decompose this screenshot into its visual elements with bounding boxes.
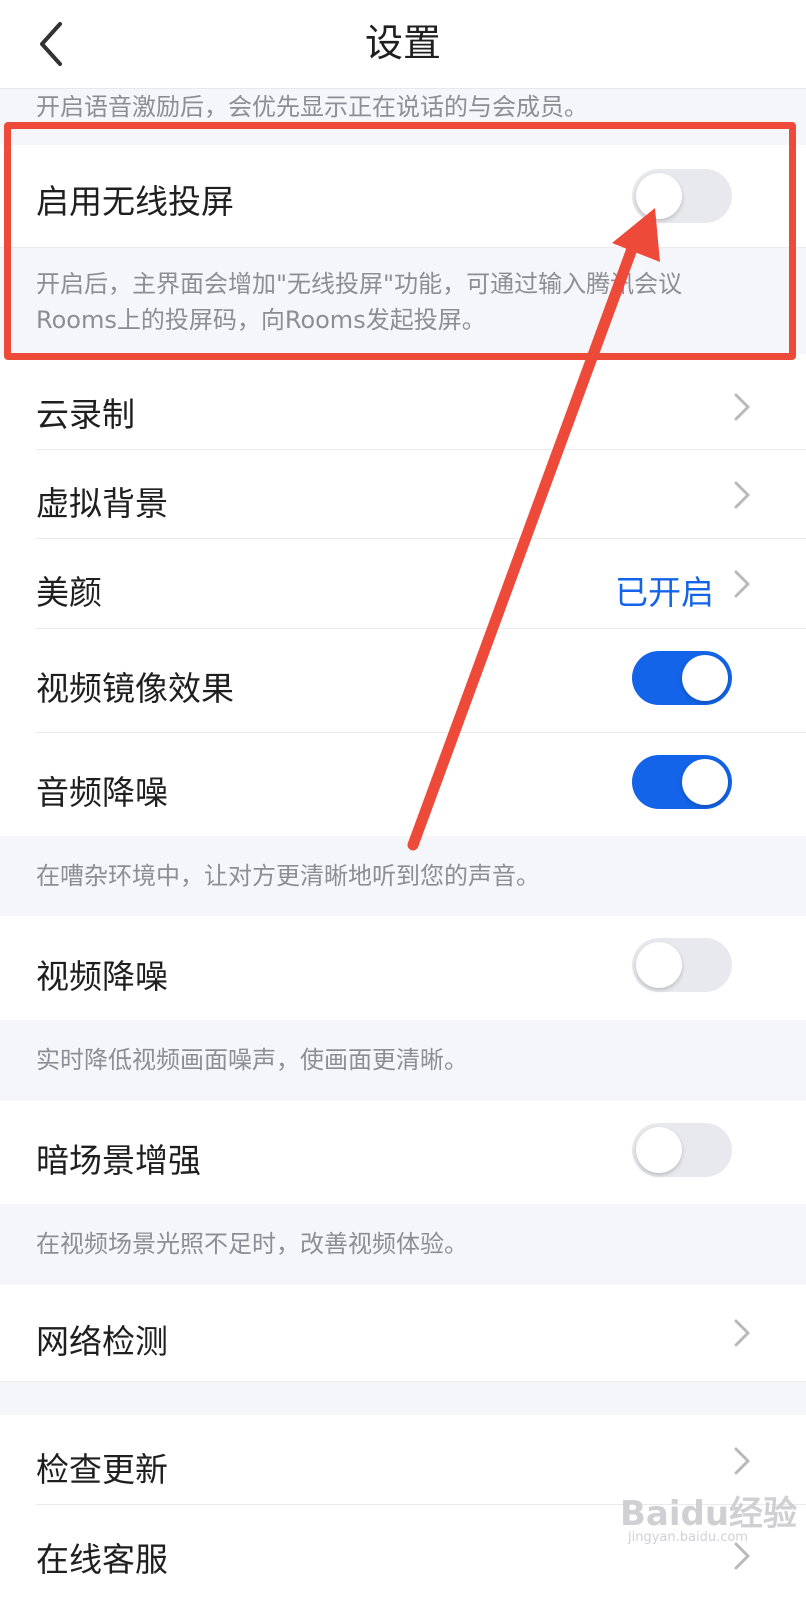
- check-update-row[interactable]: 检查更新: [0, 1415, 806, 1505]
- toggle-knob: [682, 759, 728, 805]
- cloud-record-label: 云录制: [36, 395, 135, 434]
- dark-enhance-toggle[interactable]: [632, 1123, 732, 1177]
- video-mirror-row[interactable]: 视频镜像效果: [0, 629, 806, 733]
- online-support-row[interactable]: 在线客服: [0, 1505, 806, 1600]
- chevron-right-icon: [734, 481, 750, 509]
- wireless-note-line1: 开启后，主界面会增加"无线投屏"功能，可通过输入腾讯会议: [36, 270, 683, 298]
- video-noise-label: 视频降噪: [36, 957, 168, 996]
- page-title: 设置: [364, 21, 441, 65]
- toggle-knob: [636, 942, 682, 988]
- video-mirror-toggle[interactable]: [632, 651, 732, 705]
- chevron-right-icon: [734, 393, 750, 421]
- cloud-record-row[interactable]: 云录制: [0, 360, 806, 450]
- wireless-note-line2: Rooms上的投屏码，向Rooms发起投屏。: [36, 306, 486, 334]
- audio-noise-note: 在嘈杂环境中，让对方更清晰地听到您的声音。: [36, 862, 540, 890]
- wireless-note-section: 开启后，主界面会增加"无线投屏"功能，可通过输入腾讯会议 Rooms上的投屏码，…: [0, 247, 806, 354]
- audio-noise-note-section: 在嘈杂环境中，让对方更清晰地听到您的声音。: [0, 836, 806, 916]
- toggle-knob: [682, 655, 728, 701]
- dark-enhance-row[interactable]: 暗场景增强: [0, 1101, 806, 1204]
- beauty-label: 美颜: [36, 573, 102, 612]
- voice-note: 开启语音激励后，会优先显示正在说话的与会成员。: [36, 93, 588, 121]
- audio-noise-toggle[interactable]: [632, 755, 732, 809]
- dark-enhance-label: 暗场景增强: [36, 1141, 201, 1180]
- video-noise-toggle[interactable]: [632, 938, 732, 992]
- voice-note-section: 开启语音激励后，会优先显示正在说话的与会成员。: [0, 89, 806, 145]
- section-gap: [0, 1381, 806, 1416]
- beauty-status: 已开启: [615, 573, 714, 612]
- video-noise-row[interactable]: 视频降噪: [0, 916, 806, 1020]
- video-noise-note: 实时降低视频画面噪声，使画面更清晰。: [36, 1046, 468, 1074]
- video-mirror-label: 视频镜像效果: [36, 669, 234, 708]
- network-check-label: 网络检测: [36, 1322, 168, 1361]
- dark-enhance-note: 在视频场景光照不足时，改善视频体验。: [36, 1230, 468, 1258]
- check-update-label: 检查更新: [36, 1450, 168, 1489]
- network-check-row[interactable]: 网络检测: [0, 1285, 806, 1381]
- chevron-right-icon: [734, 1542, 750, 1570]
- chevron-right-icon: [734, 1319, 750, 1347]
- toggle-knob: [636, 1127, 682, 1173]
- beauty-row[interactable]: 美颜 已开启: [0, 539, 806, 629]
- virtual-background-label: 虚拟背景: [36, 484, 168, 523]
- virtual-background-row[interactable]: 虚拟背景: [0, 450, 806, 539]
- chevron-right-icon: [734, 570, 750, 598]
- dark-enhance-note-section: 在视频场景光照不足时，改善视频体验。: [0, 1204, 806, 1285]
- audio-noise-label: 音频降噪: [36, 773, 168, 812]
- nav-header: 设置: [0, 0, 806, 89]
- online-support-label: 在线客服: [36, 1540, 168, 1579]
- audio-noise-row[interactable]: 音频降噪: [0, 733, 806, 836]
- video-noise-note-section: 实时降低视频画面噪声，使画面更清晰。: [0, 1020, 806, 1101]
- wireless-projection-row[interactable]: 启用无线投屏: [0, 145, 806, 247]
- chevron-right-icon: [734, 1447, 750, 1475]
- toggle-knob: [636, 173, 682, 219]
- wireless-projection-label: 启用无线投屏: [36, 182, 234, 221]
- wireless-projection-toggle[interactable]: [632, 169, 732, 223]
